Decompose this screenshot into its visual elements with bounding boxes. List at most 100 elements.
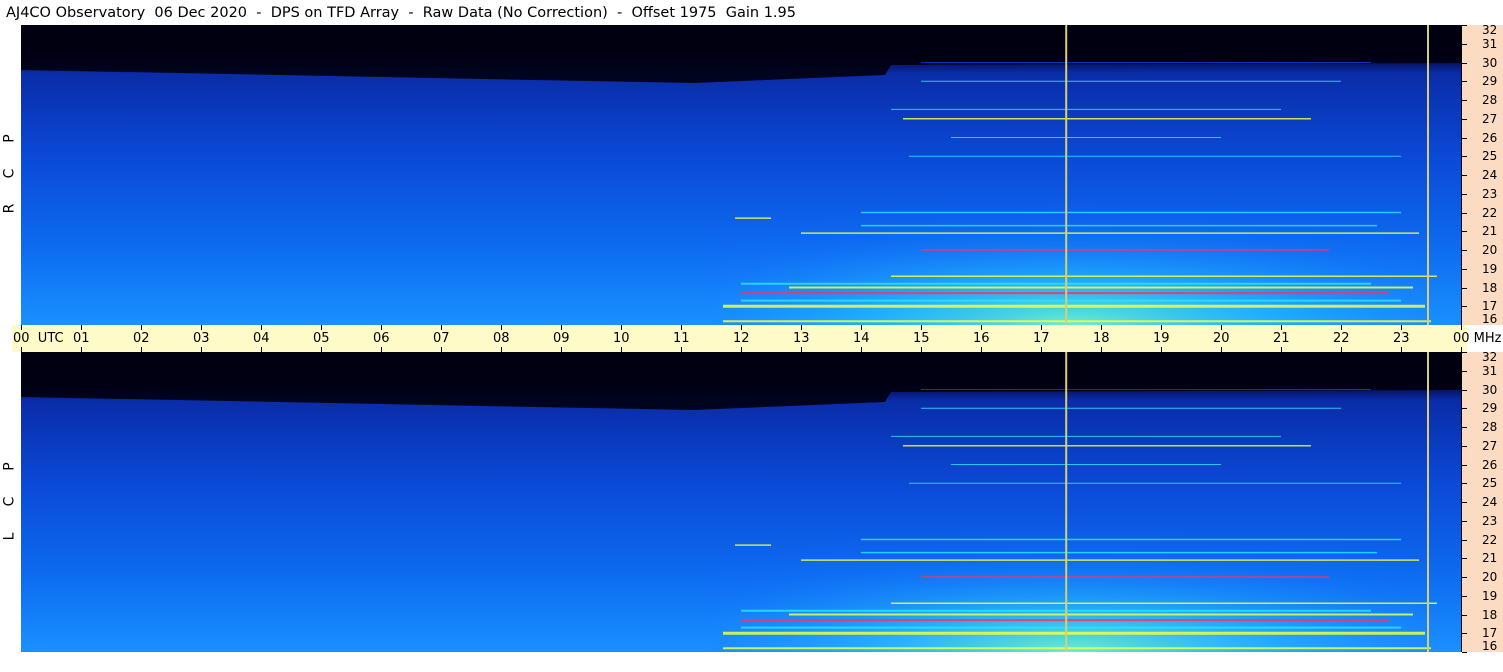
utc-tick-label: 10 [613,331,630,346]
utc-tick-mark [1461,325,1462,330]
utc-time-axis: 00 UTC 01 02 03 04 05 06 07 08 09 10 11 12 13 14 15 16 17… [12,325,1502,352]
mhz-tick-mark [1462,81,1467,83]
vertical-marker [1065,352,1068,652]
vertical-marker [1427,352,1429,652]
utc-tick-mark [1161,325,1162,330]
utc-tick-label: 22 [1333,331,1350,346]
mhz-tick-label: 22 [1482,532,1498,547]
pol-letter: C [1,496,18,507]
carrier-line [909,482,1401,484]
mhz-tick-mark [1462,464,1467,466]
mhz-tick-mark [1462,156,1467,158]
utc-tick-mark [561,325,562,330]
utc-tick-label: 11 [673,331,690,346]
mhz-tick-mark [1462,445,1467,447]
utc-tick-mark [81,325,82,330]
mhz-tick-mark [1462,427,1467,428]
utc-tick-mark [681,325,682,330]
utc-tick-mark [321,325,322,330]
utc-tick-mark [1341,325,1342,330]
carrier-line [735,217,771,219]
vertical-marker [1427,25,1429,325]
mhz-tick-label: 23 [1482,186,1498,201]
utc-tick-label: 17 [1033,331,1050,346]
utc-tick-mark [1401,325,1402,330]
mhz-tick-label: 31 [1482,36,1498,51]
carrier-line [951,464,1221,465]
utc-tick-label: 14 [853,331,870,346]
utc-tick-label: 12 [733,331,750,346]
utc-tick-label: 03 [193,331,210,346]
mhz-tick-mark [1462,389,1467,391]
mhz-tick-mark [1462,614,1467,616]
mhz-tick-label: 22 [1482,205,1498,220]
mhz-tick-mark [1462,287,1467,289]
utc-tick-label: 18 [1093,331,1110,346]
spectrogram-rcp [21,25,1461,325]
utc-tick-mark [1041,325,1042,330]
mhz-tick-mark [1462,595,1467,597]
utc-tick-label: 13 [793,331,810,346]
carrier-line [891,435,1281,437]
pol-letter: C [1,168,18,179]
utc-tick-label: 01 [73,331,90,346]
carrier-line [723,320,1431,323]
mhz-tick-mark [1462,212,1467,214]
mhz-tick-label: 25 [1482,149,1498,164]
mhz-tick-label: 26 [1482,130,1498,145]
carrier-line [723,647,1431,650]
carrier-line [723,631,1425,635]
mhz-tick-mark [1462,306,1467,308]
carrier-line [921,62,1371,63]
utc-tick-label: 20 [1213,331,1230,346]
carrier-line [741,626,1401,629]
frequency-axis-bottom: 16 17 18 19 20 21 22 23 24 25 26 27 28 29 30 31 32 [1461,351,1503,653]
mhz-tick-label: 28 [1482,420,1498,434]
carrier-line [789,286,1413,289]
carrier-line [741,292,1389,295]
carrier-line [861,211,1401,214]
chart-title: AJ4CO Observatory 06 Dec 2020 - DPS on T… [6,5,796,21]
carrier-line [741,619,1389,622]
mhz-tick-label: 23 [1482,513,1498,528]
carrier-line [861,551,1377,554]
polarization-label-top: P C R [0,130,20,235]
carrier-line [903,118,1311,120]
carrier-line [891,275,1437,277]
utc-tick-label: 06 [373,331,390,346]
mhz-tick-mark [1462,231,1467,233]
mhz-tick-mark [1462,408,1467,410]
mhz-tick-label: 32 [1482,23,1498,37]
utc-tick-mark [621,325,622,330]
utc-tick-label: 07 [433,331,450,346]
utc-tick-label: 16 [973,331,990,346]
mhz-tick-label: 27 [1482,438,1498,453]
carrier-line [861,224,1377,227]
frequency-axis-top: 16 17 18 19 20 21 22 23 24 25 26 27 28 29 30 31 32 [1461,23,1503,326]
mhz-tick-mark [1462,370,1467,372]
pol-letter: P [1,462,18,471]
carrier-line [921,80,1341,82]
mhz-tick-label: 21 [1482,551,1498,566]
carrier-line [801,232,1419,234]
mhz-tick-label: 16 [1482,312,1498,326]
utc-tick-label: 15 [913,331,930,346]
carrier-line [921,249,1329,251]
mhz-tick-mark [1462,352,1467,353]
pol-letter: R [1,203,18,214]
mhz-tick-label: 20 [1482,243,1498,257]
mhz-tick-label: 26 [1482,457,1498,472]
utc-tick-mark [981,325,982,330]
carrier-line [861,538,1401,541]
mhz-tick-mark [1462,43,1467,45]
mhz-tick-mark [1462,558,1467,560]
mhz-tick-label: 28 [1482,93,1498,107]
carrier-line [789,613,1413,616]
mhz-tick-mark [1462,520,1467,522]
utc-tick-label: 21 [1273,331,1290,346]
mhz-tick-label: 24 [1482,495,1498,509]
mhz-tick-label: 19 [1482,261,1498,276]
mhz-tick-label: 25 [1482,476,1498,491]
carrier-line [903,445,1311,447]
utc-tick-mark [1281,325,1282,330]
